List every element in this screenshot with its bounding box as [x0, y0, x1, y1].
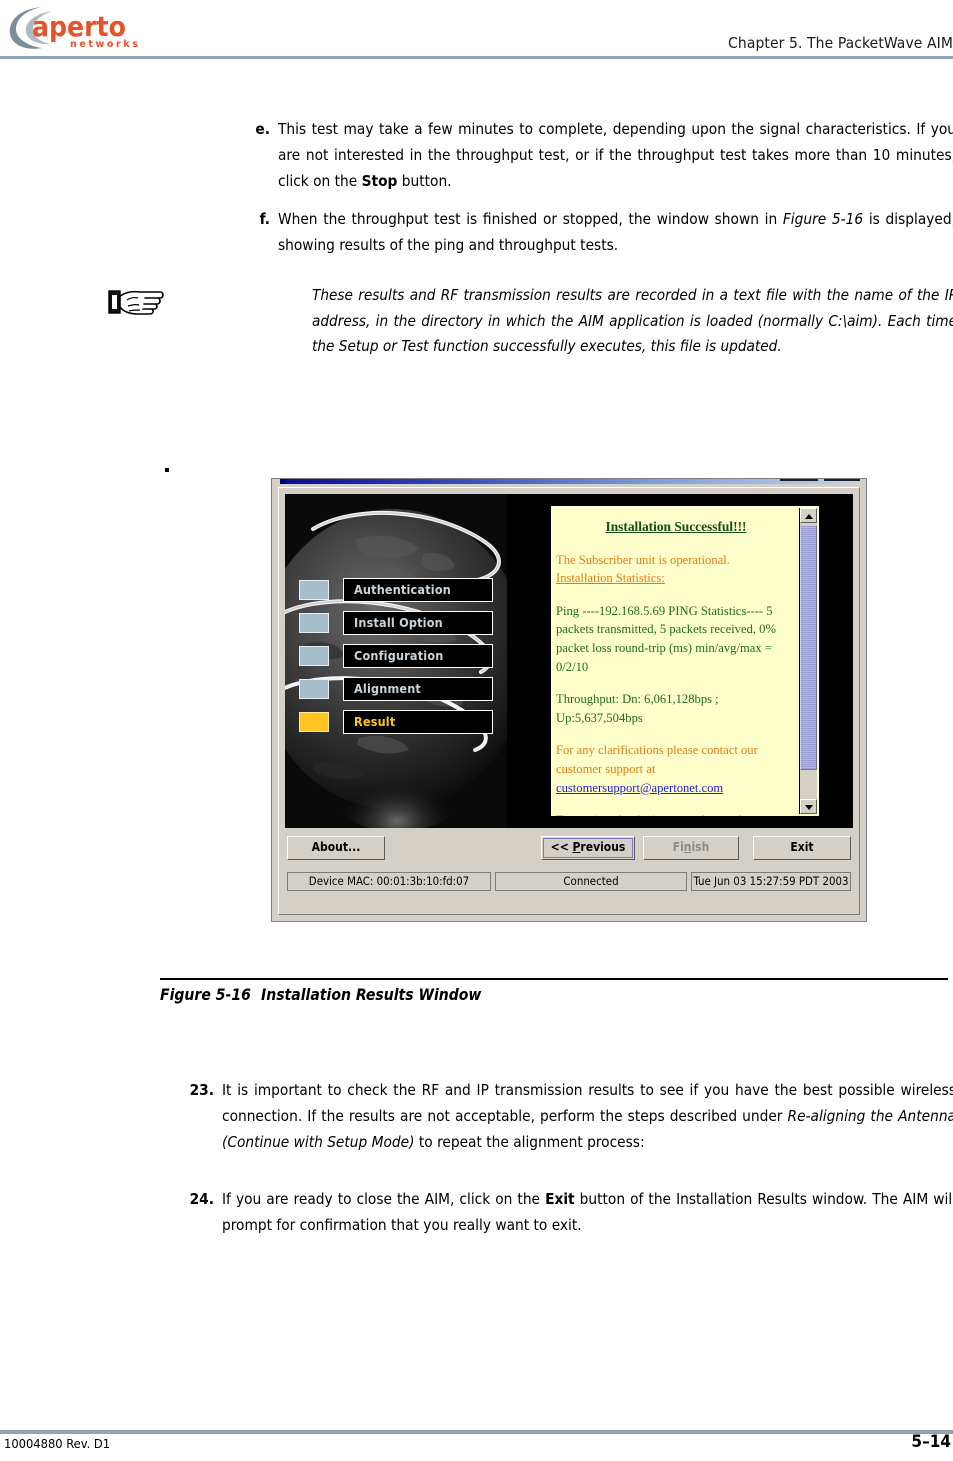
finish-label-pre: Fi [672, 840, 684, 854]
results-contact-line: For any clarifications please contact ou… [556, 743, 758, 776]
figure-reference: Figure 5-16 [782, 210, 864, 228]
installation-results-window-screenshot: Authentication Install Option Configurat… [271, 478, 867, 922]
window-button-row: About... << Previous Finish Exit [285, 836, 853, 866]
finish-label-post: ish [691, 840, 710, 854]
results-throughput-line: Throughput: Dn: 6,061,128bps ; Up:5,637,… [556, 692, 719, 725]
results-headline: Installation Successful!!! [605, 519, 747, 534]
list-item-e: e. This test may take a few minutes to co… [255, 116, 953, 194]
page-header: aperto networks Chapter 5. The PacketWav… [0, 0, 953, 59]
results-monitor-line: To monitor the device or to change the [556, 811, 796, 816]
nav-item-authentication[interactable]: Authentication [299, 576, 499, 609]
list-marker-24: 24. [189, 1190, 214, 1208]
list-item-24: 24. If you are ready to close the AIM, cl… [190, 1186, 953, 1238]
scroll-up-button[interactable] [800, 508, 817, 523]
window-titlebar [280, 479, 860, 484]
exit-button[interactable]: Exit [753, 836, 851, 860]
list-item-24-text-a: If you are ready to close the AIM, click… [222, 1190, 546, 1208]
footer-document-id: 10004880 Rev. D1 [4, 1437, 111, 1452]
titlebar-left-edge [280, 479, 286, 484]
list-marker-23: 23. [189, 1081, 214, 1099]
exit-button-reference: Exit [545, 1190, 575, 1208]
results-operational-line: The Subscriber unit is operational. [556, 552, 730, 567]
previous-label-pre: << [550, 840, 573, 854]
maximize-button-mark[interactable] [824, 479, 860, 481]
customer-support-email-link[interactable]: customersupport@apertonet.com [556, 779, 796, 798]
list-item-f: f. When the throughput test is finished o… [260, 206, 953, 258]
footer-divider [0, 1430, 953, 1434]
minimize-button-mark[interactable] [780, 479, 818, 481]
about-button[interactable]: About... [287, 836, 385, 860]
scrollbar-track[interactable] [800, 770, 817, 798]
nav-status-chip [299, 646, 329, 666]
nav-status-chip-active [299, 712, 329, 732]
nav-status-chip [299, 613, 329, 633]
nav-item-label: Authentication [343, 578, 493, 602]
nav-status-chip [299, 679, 329, 699]
results-text-content: Installation Successful!!! The Subscribe… [556, 510, 796, 816]
scroll-down-button[interactable] [800, 799, 817, 814]
nav-item-label: Alignment [343, 677, 493, 701]
aperto-networks-logo: aperto networks [8, 4, 188, 52]
nav-item-label: Result [343, 710, 493, 734]
figure-title: Installation Results Window [261, 986, 482, 1004]
header-divider [0, 56, 953, 59]
list-item-f-text-a: When the throughput test is finished or … [278, 210, 783, 228]
stray-period-mark [165, 468, 169, 472]
main-content-panel: Authentication Install Option Configurat… [285, 494, 853, 828]
status-timestamp: Tue Jun 03 15:27:59 PDT 2003 [691, 872, 851, 891]
status-device-mac: Device MAC: 00:01:3b:10:fd:07 [287, 872, 491, 891]
stop-button-reference: Stop [361, 172, 398, 190]
chevron-up-icon [805, 514, 813, 519]
wizard-step-nav: Authentication Install Option Configurat… [299, 576, 499, 741]
nav-status-chip [299, 580, 329, 600]
list-item-e-text-b: button. [397, 172, 452, 190]
figure-divider [160, 978, 948, 980]
scrollbar-thumb[interactable] [800, 525, 817, 770]
nav-item-install-option[interactable]: Install Option [299, 609, 499, 642]
window-client-area: Authentication Install Option Configurat… [278, 487, 860, 915]
nav-item-label: Install Option [343, 611, 493, 635]
results-statistics-heading: Installation Statistics: [556, 571, 665, 586]
svg-text:networks: networks [70, 39, 141, 50]
installation-results-text-pane[interactable]: Installation Successful!!! The Subscribe… [549, 504, 821, 818]
nav-item-alignment[interactable]: Alignment [299, 675, 499, 708]
status-connection: Connected [495, 872, 687, 891]
previous-label-post: revious [580, 840, 626, 854]
chevron-down-icon [805, 805, 813, 810]
figure-caption: Figure 5-16 Installation Results Window [160, 986, 481, 1004]
list-marker-f: f. [259, 210, 270, 228]
finish-button[interactable]: Finish [643, 836, 739, 860]
results-vertical-scrollbar[interactable] [799, 508, 817, 814]
list-marker-e: e. [255, 120, 270, 138]
nav-item-configuration[interactable]: Configuration [299, 642, 499, 675]
header-chapter-title: Chapter 5. The PacketWave AIM [728, 34, 953, 52]
note-text: These results and RF transmission result… [312, 286, 953, 355]
footer-page-number: 5–14 [911, 1432, 951, 1452]
list-item-23: 23. It is important to check the RF and I… [190, 1077, 953, 1155]
window-status-bar: Device MAC: 00:01:3b:10:fd:07 Connected … [285, 872, 853, 892]
nav-item-result[interactable]: Result [299, 708, 499, 741]
pointing-hand-icon [107, 283, 167, 325]
list-item-23-text-b: to repeat the alignment process: [414, 1133, 645, 1151]
nav-item-label: Configuration [343, 644, 493, 668]
previous-button[interactable]: << Previous [541, 836, 635, 860]
results-ping-line: Ping ----192.168.5.69 PING Statistics---… [556, 603, 776, 674]
figure-number: Figure 5-16 [160, 986, 251, 1004]
